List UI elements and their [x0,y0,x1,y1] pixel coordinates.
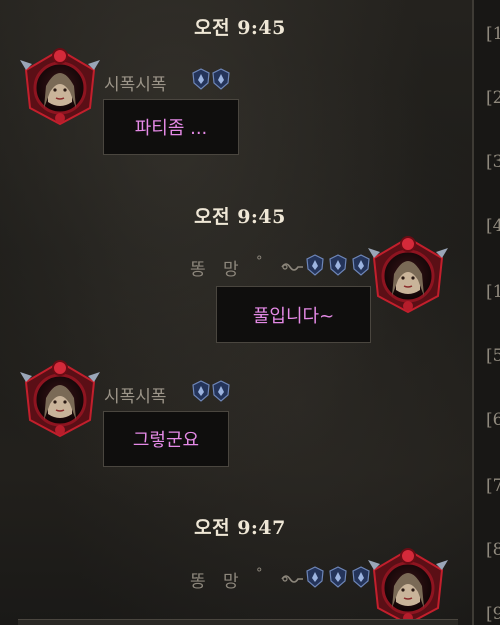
sender-name: 똥 망 [190,260,245,280]
character-portrait-icon [20,360,100,438]
rank-badge [306,566,324,588]
sender-name: 시폭시폭 [104,75,167,95]
message-text: 파티좀 ... [134,118,208,139]
message-text: 그렇군요 [132,430,200,451]
sender-avatar[interactable] [20,358,100,438]
sender-name: 똥 망 [190,572,245,592]
side-list-marker[interactable]: [5 [486,346,500,366]
side-list-marker[interactable]: [4 [486,216,500,236]
rank-badge [212,68,230,90]
rank-badge [192,380,210,402]
message-bubble[interactable]: 파티좀 ... [103,99,239,155]
side-list[interactable]: [1 [2 [3 [4 [1 [5 [6 [7 [8 [9 [472,0,500,625]
side-list-marker[interactable]: [8 [486,540,500,560]
side-list-marker[interactable]: [6 [486,410,500,430]
blue-rank-shield-icon [329,254,347,276]
chat-window: 오전 9:45 시폭시폭 파티좀 ... 오전 9:45 똥 망 ° 풀입니다~… [0,0,500,625]
sender-name: 시폭시폭 [104,387,167,407]
rank-badge [212,380,230,402]
blue-rank-shield-icon [306,566,324,588]
swirl-icon [281,263,303,271]
timestamp: 오전 9:45 [194,17,286,39]
side-list-marker[interactable]: [2 [486,88,500,108]
side-list-marker[interactable]: [1 [486,282,500,302]
side-list-marker[interactable]: [9 [486,604,500,624]
rank-badge [192,68,210,90]
rank-badge [329,566,347,588]
blue-rank-shield-icon [306,254,324,276]
blue-rank-shield-icon [329,566,347,588]
swirl-icon [281,575,303,583]
sender-avatar[interactable] [20,46,100,126]
side-list-marker[interactable]: [3 [486,152,500,172]
sender-avatar[interactable] [368,546,448,625]
sender-avatar[interactable] [368,234,448,314]
chat-message-list[interactable]: 오전 9:45 시폭시폭 파티좀 ... 오전 9:45 똥 망 ° 풀입니다~… [0,0,472,625]
message-text: 풀입니다~ [252,305,335,327]
blue-rank-shield-icon [192,68,210,90]
degree-glyph: ° [256,254,263,269]
character-portrait-icon [368,548,448,625]
blue-rank-shield-icon [212,380,230,402]
side-list-marker[interactable]: [7 [486,476,500,496]
degree-glyph: ° [256,566,263,581]
timestamp: 오전 9:47 [194,517,286,539]
rank-badge [306,254,324,276]
timestamp: 오전 9:45 [194,206,286,228]
rank-badge [329,254,347,276]
side-list-marker[interactable]: [1 [486,24,500,44]
blue-rank-shield-icon [192,380,210,402]
next-message-edge [18,619,458,625]
character-portrait-icon [20,48,100,126]
message-bubble[interactable]: 풀입니다~ [216,286,371,343]
message-bubble[interactable]: 그렇군요 [103,411,229,467]
character-portrait-icon [368,236,448,314]
blue-rank-shield-icon [212,68,230,90]
